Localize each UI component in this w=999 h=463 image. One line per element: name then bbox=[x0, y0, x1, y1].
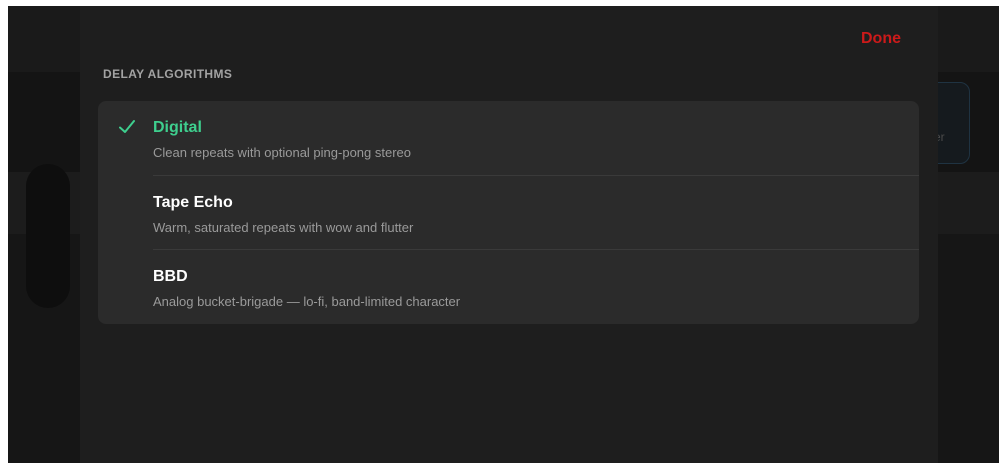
delay-algorithm-sheet: Done DELAY ALGORITHMS Digital Clean repe… bbox=[80, 6, 938, 463]
background-slider-track bbox=[26, 164, 70, 308]
algorithm-description: Analog bucket-brigade — lo-fi, band-limi… bbox=[153, 294, 461, 309]
done-button[interactable]: Done bbox=[861, 30, 901, 48]
algorithm-title: Tape Echo bbox=[153, 194, 233, 211]
algorithm-title: Digital bbox=[153, 119, 202, 136]
algorithm-description: Warm, saturated repeats with wow and flu… bbox=[153, 220, 414, 235]
app-screen: er Done DELAY ALGORITHMS Digital Clean r… bbox=[8, 6, 999, 463]
algorithm-option-digital[interactable]: Digital Clean repeats with optional ping… bbox=[98, 101, 919, 175]
algorithm-title: BBD bbox=[153, 268, 188, 285]
algorithm-option-bbd[interactable]: BBD Analog bucket-brigade — lo-fi, band-… bbox=[98, 250, 919, 324]
algorithm-description: Clean repeats with optional ping-pong st… bbox=[153, 145, 412, 160]
section-header: DELAY ALGORITHMS bbox=[103, 67, 233, 81]
checkmark-icon bbox=[119, 120, 135, 133]
algorithm-option-tape-echo[interactable]: Tape Echo Warm, saturated repeats with w… bbox=[98, 176, 919, 250]
algorithm-list: Digital Clean repeats with optional ping… bbox=[98, 101, 919, 324]
